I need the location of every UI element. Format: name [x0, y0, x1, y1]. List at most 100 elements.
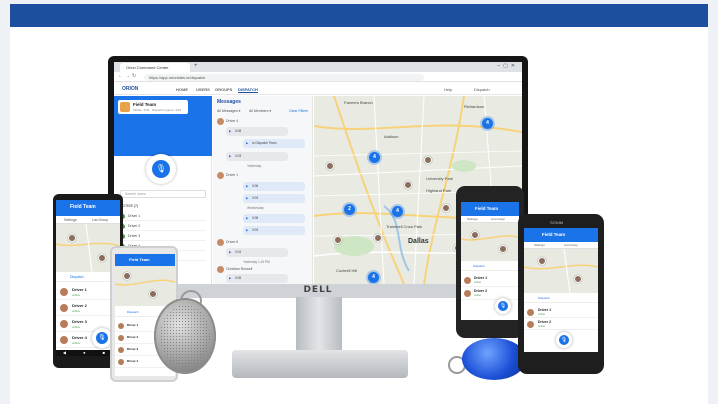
forward-icon[interactable]: → [125, 73, 130, 79]
message-sender: Driver 4 [226, 119, 239, 123]
user-map-pin[interactable] [326, 162, 334, 170]
microphone-icon: 🎙 [96, 332, 108, 344]
list-item[interactable]: Driver 2 online [461, 287, 519, 300]
voice-message[interactable]: ▶ 0:03 [243, 226, 305, 235]
user-map-pin[interactable] [538, 257, 546, 265]
list-item[interactable]: Driver 1 online [461, 274, 519, 287]
list-item[interactable]: Driver 2 online [524, 318, 598, 330]
sonim-brand: SONIM [550, 220, 564, 225]
nav-users[interactable]: USERS [196, 87, 210, 92]
dispatch-row[interactable]: Dispatch [461, 262, 519, 271]
play-icon[interactable]: ▶ [246, 226, 248, 235]
phone-map[interactable] [115, 266, 175, 306]
driver-name: Driver 2 [127, 335, 139, 339]
driver-name: Driver 1 [474, 276, 488, 280]
push-to-talk-button[interactable]: 🎙 [146, 154, 176, 184]
play-icon[interactable]: ▶ [229, 127, 231, 136]
voice-message[interactable]: ▶ 0:05 [226, 274, 288, 283]
user-map-pin[interactable] [442, 204, 450, 212]
reload-icon[interactable]: ↻ [132, 73, 136, 79]
nav-groups[interactable]: GROUPS [215, 87, 232, 92]
user-menu[interactable]: Dispatch [474, 87, 490, 92]
map-label: Cockrell Hill [336, 268, 358, 273]
user-map-pin[interactable] [123, 272, 131, 280]
map-cluster[interactable]: 4 [369, 152, 380, 163]
map-cluster[interactable]: 4 [392, 206, 403, 217]
user-map-pin[interactable] [98, 254, 106, 262]
push-to-talk-button[interactable]: 🎙 [495, 298, 511, 314]
push-to-talk-button[interactable]: 🎙 [556, 332, 572, 348]
phone-map[interactable] [461, 223, 519, 261]
tab-list-group[interactable]: List Group [92, 218, 108, 222]
map-label: Trammell Crow Park [386, 224, 423, 229]
phone-header: Field Team [56, 200, 120, 216]
map-cluster[interactable]: 2 [344, 204, 355, 215]
app-logo[interactable]: ORION [122, 86, 138, 92]
play-icon[interactable]: ▶ [229, 152, 231, 161]
message-text: to Dispatch Team [252, 141, 277, 145]
tab-list-group[interactable]: List Group [564, 243, 578, 247]
window-controls[interactable]: –▢✕ [497, 63, 518, 69]
clear-filters-link[interactable]: Clear Filters [289, 109, 308, 113]
voice-message[interactable]: ▶ 0:06 [243, 182, 305, 191]
member-filter[interactable]: All Members ▾ [249, 109, 271, 113]
message-duration: 0:06 [252, 184, 259, 188]
map-label: Addison [384, 134, 399, 139]
voice-message[interactable]: ▶ 0:03 [226, 152, 288, 161]
user-row[interactable]: Driver 3 [120, 232, 206, 241]
driver-name: Driver 3 [127, 347, 139, 351]
browser-tab[interactable]: Orion Command Center [120, 63, 190, 72]
user-map-pin[interactable] [374, 234, 382, 242]
play-icon[interactable]: ▶ [246, 194, 248, 203]
user-map-pin[interactable] [471, 231, 479, 239]
status-text: online [474, 294, 481, 297]
phone-map[interactable] [524, 249, 598, 293]
voice-message[interactable]: ▶ to Dispatch Team [243, 139, 305, 148]
message-duration: 0:03 [252, 196, 259, 200]
user-map-pin[interactable] [68, 234, 76, 242]
nav-home[interactable]: HOME [176, 87, 188, 92]
voice-message[interactable]: ▶ 0:04 [226, 248, 288, 257]
avatar [217, 239, 224, 246]
back-icon[interactable]: ← [118, 73, 123, 79]
user-map-pin[interactable] [149, 290, 157, 298]
play-icon[interactable]: ▶ [246, 182, 248, 191]
new-tab-icon[interactable]: + [194, 63, 198, 69]
rugged-phone: Field Team Settings List Group Dispatch … [456, 186, 524, 338]
user-map-pin[interactable] [334, 236, 342, 244]
url-field[interactable]: https://app.orionlabs.io/dispatch [144, 74, 424, 81]
map-cluster[interactable]: 4 [368, 272, 379, 283]
map-cluster[interactable]: 4 [482, 118, 493, 129]
tab-settings[interactable]: Settings [467, 217, 478, 221]
play-icon[interactable]: ▶ [229, 274, 231, 283]
user-search-input[interactable]: Search users [120, 190, 206, 198]
message-filter[interactable]: All Messages ▾ [217, 109, 241, 113]
voice-message[interactable]: ▶ 0:08 [226, 127, 288, 136]
phone-map-roads [461, 235, 519, 241]
push-to-talk-button[interactable]: 🎙 [92, 328, 112, 348]
phone-screen: Field Team Settings List Group Dispatch … [524, 228, 598, 352]
user-map-pin[interactable] [499, 245, 507, 253]
tab-settings[interactable]: Settings [64, 218, 77, 222]
list-item[interactable]: Driver 1 online [524, 306, 598, 318]
dispatch-row[interactable]: Dispatch [524, 294, 598, 303]
help-link[interactable]: Help [444, 87, 452, 92]
play-icon[interactable]: ▶ [246, 139, 248, 148]
user-map-pin[interactable] [424, 156, 432, 164]
user-map-pin[interactable] [404, 181, 412, 189]
nav-dispatch[interactable]: DISPATCH [238, 87, 258, 93]
avatar [464, 277, 471, 284]
tab-settings[interactable]: Settings [534, 243, 545, 247]
user-map-pin[interactable] [574, 275, 582, 283]
user-row[interactable]: Driver 1 [120, 212, 206, 221]
voice-message[interactable]: ▶ 0:08 [243, 214, 305, 223]
tab-list-group[interactable]: List Group [491, 217, 505, 221]
user-row[interactable]: Driver 2 [120, 222, 206, 231]
status-text: online [72, 341, 81, 345]
voice-message[interactable]: ▶ 0:03 [243, 194, 305, 203]
avatar [118, 323, 124, 329]
date-divider: Wednesday [247, 206, 264, 210]
phone-screen: Field Team Settings List Group Dispatch … [461, 202, 519, 320]
play-icon[interactable]: ▶ [246, 214, 248, 223]
play-icon[interactable]: ▶ [229, 248, 231, 257]
